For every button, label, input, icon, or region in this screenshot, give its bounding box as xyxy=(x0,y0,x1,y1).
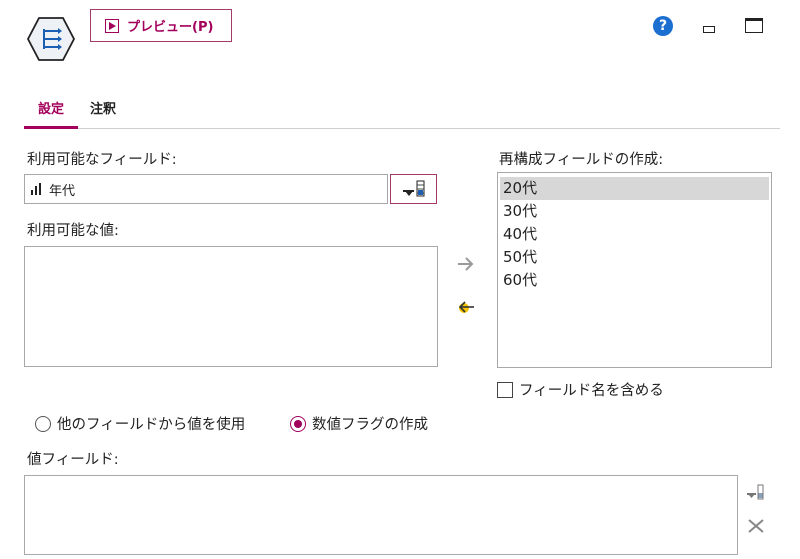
field-picker-icon xyxy=(403,180,425,197)
field-picker-icon[interactable] xyxy=(745,482,767,502)
radio-button[interactable] xyxy=(35,415,51,432)
available-values-list[interactable] xyxy=(24,246,438,367)
list-item[interactable]: 30代 xyxy=(500,200,769,223)
tab-settings[interactable]: 設定 xyxy=(38,98,64,117)
available-fields-select[interactable]: 年代 xyxy=(24,174,388,204)
maximize-icon[interactable] xyxy=(745,18,763,33)
restructure-node-icon xyxy=(26,17,76,61)
include-field-name-checkbox[interactable]: フィールド名を含める xyxy=(497,379,664,400)
checkbox-box[interactable] xyxy=(497,381,513,398)
include-field-name-label: フィールド名を含める xyxy=(519,383,664,399)
value-field-list[interactable] xyxy=(24,475,738,555)
radio-label: 他のフィールドから値を使用 xyxy=(57,417,246,433)
radio-create-numeric-flags[interactable]: 数値フラグの作成 xyxy=(290,413,428,434)
available-fields-value: 年代 xyxy=(49,183,76,199)
radio-button[interactable] xyxy=(290,415,306,432)
list-item[interactable]: 20代 xyxy=(500,177,769,200)
preview-button[interactable]: プレビュー(P) xyxy=(90,9,232,42)
play-icon xyxy=(105,18,119,33)
reconstructed-fields-label: 再構成フィールドの作成: xyxy=(499,152,664,168)
value-field-label: 値フィールド: xyxy=(27,452,119,468)
help-icon[interactable]: ? xyxy=(653,16,673,36)
remove-arrow-icon[interactable] xyxy=(455,297,477,317)
available-fields-label: 利用可能なフィールド: xyxy=(27,152,177,168)
list-item[interactable]: 60代 xyxy=(500,269,769,292)
reconstructed-fields-list[interactable]: 20代 30代 40代 50代 60代 xyxy=(497,172,772,368)
preview-button-label: プレビュー(P) xyxy=(127,20,214,35)
delete-icon[interactable] xyxy=(745,516,767,536)
ordinal-measure-icon xyxy=(31,183,41,195)
tab-divider xyxy=(24,128,780,129)
list-item[interactable]: 40代 xyxy=(500,223,769,246)
radio-label: 数値フラグの作成 xyxy=(312,417,428,433)
field-picker-button[interactable] xyxy=(390,174,437,204)
tab-annotation[interactable]: 注釈 xyxy=(90,98,116,117)
radio-use-values-from-other-field[interactable]: 他のフィールドから値を使用 xyxy=(35,413,245,434)
list-item[interactable]: 50代 xyxy=(500,246,769,269)
available-values-label: 利用可能な値: xyxy=(27,223,119,239)
minimize-icon[interactable] xyxy=(701,21,715,35)
add-arrow-icon[interactable] xyxy=(455,255,477,273)
active-tab-indicator xyxy=(24,126,78,129)
